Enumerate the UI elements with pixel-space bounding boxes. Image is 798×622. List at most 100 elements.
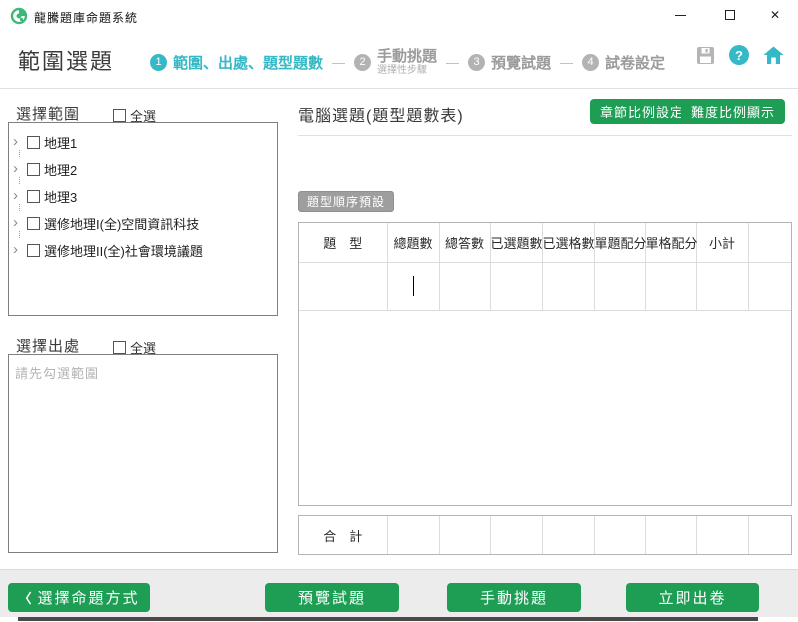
tree-item-label: 地理2 (44, 163, 78, 178)
step-1-badge: 1 (150, 53, 167, 71)
help-icon[interactable]: ? (728, 44, 750, 66)
tree-item-label: 地理3 (44, 190, 78, 205)
tree-item-geo2[interactable]: › 地理2 (13, 156, 273, 184)
cell-points-per-question[interactable] (593, 261, 646, 311)
col-header-points-per-question: 單題配分 (593, 223, 647, 263)
page-title: 範圍選題 (18, 49, 115, 74)
col-header-total-answers: 總答數 (438, 223, 491, 263)
total-row: 合 計 (298, 515, 792, 555)
manual-button-label: 手動挑題 (479, 590, 548, 607)
tree-item-elective2[interactable]: › 選修地理II(全)社會環境議題 (13, 237, 273, 264)
cell-total-questions[interactable] (386, 261, 440, 311)
difficulty-ratio-button[interactable]: 難度比例顯示 (681, 99, 786, 124)
preview-button-label: 預覽試題 (297, 590, 366, 607)
cell-extra[interactable] (747, 261, 791, 311)
generate-button-label: 立即出卷 (658, 590, 727, 607)
tree-item-geo3[interactable]: › 地理3 (13, 183, 273, 211)
chapter-ratio-button[interactable]: 章節比例設定 (590, 99, 695, 124)
step-4-badge: 4 (582, 53, 600, 71)
step-separator: — (560, 54, 574, 70)
step-2-subtitle: 選擇性步驟 (377, 64, 428, 76)
minimize-button[interactable] (663, 0, 697, 30)
checkbox[interactable] (27, 163, 40, 176)
checkbox[interactable] (27, 217, 40, 230)
step-4-paper-settings[interactable]: 4 試卷設定 (582, 52, 665, 73)
cell-total-answers[interactable] (438, 261, 491, 311)
step-4-label: 試卷設定 (605, 54, 666, 72)
tree-item-geo1[interactable]: › 地理1 (13, 129, 273, 157)
source-list: 請先勾選範圍 (8, 354, 278, 553)
close-icon: ✕ (769, 8, 781, 22)
back-chevron-icon: 〈 (18, 591, 34, 606)
checkbox[interactable] (27, 136, 40, 149)
col-header-type: 題 型 (299, 223, 388, 263)
cell-question-type[interactable] (299, 261, 388, 311)
computer-selection-title: 電腦選題(題型題數表) (298, 108, 464, 125)
step-indicator: 1 範圍、出處、題型題數 — 2 手動挑題 選擇性步驟 — 3 預覽試題 — 4… (150, 42, 665, 82)
app-title: 龍騰題庫命題系統 (34, 11, 139, 25)
total-cell (541, 516, 594, 554)
cell-subtotal[interactable] (695, 261, 749, 311)
wizard-header: 範圍選題 1 範圍、出處、題型題數 — 2 手動挑題 選擇性步驟 — 3 預覽試… (0, 32, 798, 88)
manual-pick-button[interactable]: 手動挑題 (447, 583, 581, 612)
col-header-subtotal: 小計 (695, 223, 749, 263)
expand-chevron-icon[interactable]: › (13, 215, 23, 230)
step-3-preview[interactable]: 3 預覽試題 (468, 52, 551, 73)
expand-chevron-icon[interactable]: › (13, 188, 23, 203)
maximize-button[interactable] (713, 0, 747, 30)
source-placeholder: 請先勾選範圍 (15, 366, 100, 381)
step-2-label: 手動挑題 (377, 47, 438, 65)
cell-selected-blanks[interactable] (541, 261, 595, 311)
preview-questions-button[interactable]: 預覽試題 (265, 583, 399, 612)
range-section-title: 選擇範圍 (16, 106, 81, 123)
expand-chevron-icon[interactable]: › (13, 134, 23, 149)
type-order-preset-button[interactable]: 題型順序預設 (298, 191, 395, 212)
home-icon[interactable] (762, 44, 784, 66)
step-2-manual-pick[interactable]: 2 手動挑題 選擇性步驟 (354, 48, 437, 77)
col-header-points-per-blank: 單格配分 (644, 223, 698, 263)
range-select-all-checkbox[interactable] (113, 109, 126, 122)
expand-chevron-icon[interactable]: › (13, 161, 23, 176)
col-header-extra (747, 223, 791, 263)
back-button-label: 選擇命題方式 (37, 590, 140, 607)
table-row (299, 261, 791, 311)
col-header-total-questions: 總題數 (386, 223, 440, 263)
col-header-selected-questions: 已選題數 (489, 223, 543, 263)
taskbar-edge (18, 617, 758, 621)
maximize-icon (725, 10, 735, 20)
col-header-selected-blanks: 已選格數 (541, 223, 595, 263)
step-1-range[interactable]: 1 範圍、出處、題型題數 (150, 52, 323, 73)
question-type-table: 題 型 總題數 總答數 已選題數 已選格數 單題配分 單格配分 小計 (298, 222, 792, 506)
source-section-title: 選擇出處 (16, 338, 81, 355)
right-panel-divider (298, 135, 792, 136)
total-cell (489, 516, 542, 554)
header-toolbar: ? (694, 44, 784, 66)
tree-item-elective1[interactable]: › 選修地理I(全)空間資訊科技 (13, 210, 273, 238)
save-icon[interactable] (694, 44, 716, 66)
cell-points-per-blank[interactable] (644, 261, 697, 311)
total-label: 合 計 (323, 528, 363, 544)
back-to-mode-button[interactable]: 〈 選擇命題方式 (8, 583, 150, 612)
text-caret (412, 276, 414, 296)
titlebar: 龍騰題庫命題系統 ✕ (0, 0, 798, 32)
total-cell (747, 516, 791, 554)
app-window: 龍騰題庫命題系統 ✕ 範圍選題 1 範圍、出處、題型題數 — 2 手動挑題 選擇… (0, 0, 798, 622)
footer-bar: 〈 選擇命題方式 預覽試題 手動挑題 立即出卷 (0, 569, 798, 617)
total-cell (438, 516, 490, 554)
tree-item-label: 地理1 (44, 136, 78, 151)
step-separator: — (332, 54, 346, 70)
total-cell (593, 516, 645, 554)
generate-paper-button[interactable]: 立即出卷 (626, 583, 759, 612)
checkbox[interactable] (27, 244, 40, 257)
close-button[interactable]: ✕ (758, 0, 792, 30)
step-2-badge: 2 (354, 53, 372, 71)
step-3-label: 預覽試題 (491, 54, 552, 72)
tree-item-label: 選修地理I(全)空間資訊科技 (44, 217, 200, 232)
checkbox[interactable] (27, 190, 40, 203)
step-1-label: 範圍、出處、題型題數 (173, 54, 324, 72)
total-cell (695, 516, 748, 554)
total-cell (386, 516, 439, 554)
source-select-all-checkbox[interactable] (113, 341, 126, 354)
cell-selected-questions[interactable] (489, 261, 543, 311)
expand-chevron-icon[interactable]: › (13, 242, 23, 257)
